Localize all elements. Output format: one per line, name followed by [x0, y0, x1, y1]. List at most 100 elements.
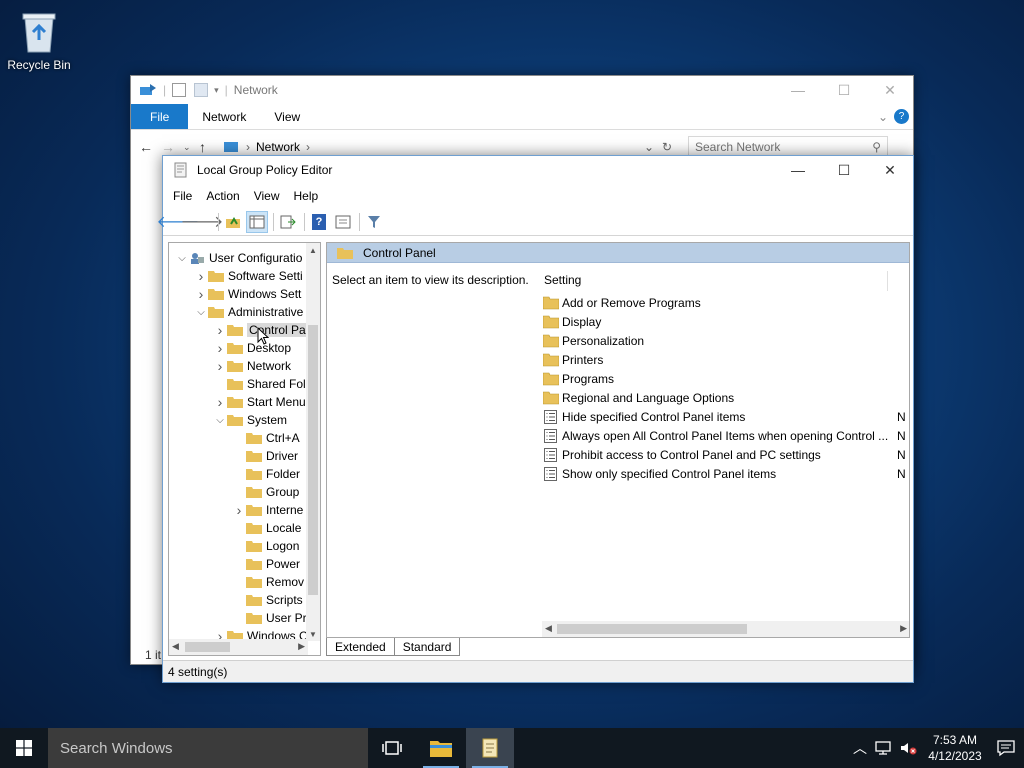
tree-item[interactable]: Shared Fol [213, 375, 306, 393]
tree-item[interactable]: Power [232, 555, 300, 573]
explorer-titlebar[interactable]: | ▾ | Network — ☐ ✕ [131, 76, 913, 104]
taskbar-search-box[interactable]: Search Windows [48, 728, 368, 768]
taskbar-clock[interactable]: 7:53 AM 4/12/2023 [920, 732, 990, 764]
up-folder-button[interactable] [222, 211, 244, 233]
recent-dropdown-icon[interactable]: ⌄ [183, 142, 199, 153]
gpe-titlebar[interactable]: Local Group Policy Editor — ☐ ✕ [163, 156, 913, 184]
tree-item[interactable]: Driver [232, 447, 298, 465]
help-button[interactable]: ? [308, 211, 330, 233]
help-icon[interactable]: ? [894, 104, 913, 129]
back-arrow-icon[interactable]: ← [139, 139, 161, 155]
setting-name: Printers [562, 352, 604, 367]
start-button[interactable] [0, 728, 48, 768]
ribbon-tab-file[interactable]: File [131, 104, 189, 129]
ribbon-tab-view[interactable]: View [260, 104, 314, 129]
tree-item[interactable]: Folder [232, 465, 300, 483]
tree-item[interactable]: ⌵ Administrative [194, 303, 303, 321]
tab-extended[interactable]: Extended [326, 638, 395, 656]
setting-row[interactable]: Display [543, 312, 909, 331]
chevron-right-icon[interactable]: › [194, 268, 208, 284]
tree-horizontal-scrollbar[interactable]: ◀ ▶ [169, 639, 308, 655]
address-dropdown-icon[interactable]: ⌄ [644, 140, 662, 154]
menu-view[interactable]: View [247, 189, 287, 203]
up-arrow-icon[interactable]: ↑ [199, 139, 219, 155]
menu-action[interactable]: Action [199, 189, 246, 203]
address-segment-network[interactable]: Network [256, 140, 300, 154]
tree-vertical-scrollbar[interactable]: ▲ ▼ [306, 243, 320, 641]
show-hidden-icons-chevron-icon[interactable]: ︿ [848, 738, 872, 758]
menu-help[interactable]: Help [287, 189, 326, 203]
setting-row[interactable]: Add or Remove Programs [543, 293, 909, 312]
setting-row[interactable]: Hide specified Control Panel items N [543, 407, 909, 426]
console-tree[interactable]: ⌵ User Configuratio › Software Setti › Window… [168, 242, 321, 656]
tree-item[interactable]: › Start Menu [213, 393, 306, 411]
recycle-bin-shortcut[interactable]: Recycle Bin [6, 8, 72, 72]
tree-item[interactable]: Ctrl+A [232, 429, 300, 447]
show-hide-tree-button[interactable] [246, 210, 268, 233]
setting-row[interactable]: Programs [543, 369, 909, 388]
menu-file[interactable]: File [166, 189, 199, 203]
gpe-maximize-button[interactable]: ☐ [821, 156, 867, 184]
chevron-right-icon[interactable]: › [213, 340, 227, 356]
tree-horizontal-scroll-thumb[interactable] [185, 642, 230, 652]
column-header-setting[interactable]: Setting [544, 273, 581, 287]
tree-item[interactable]: › Interne [232, 501, 304, 519]
properties-button[interactable] [332, 211, 354, 233]
tree-item[interactable]: ⌵ User Configuratio [175, 249, 302, 267]
tree-item[interactable]: ⌵ System [213, 411, 287, 429]
export-list-button[interactable] [277, 211, 299, 233]
filter-button[interactable] [363, 211, 385, 233]
setting-row[interactable]: Always open All Control Panel Items when… [543, 426, 909, 445]
tree-item-label: Driver [266, 449, 298, 463]
chevron-down-icon[interactable]: ⌵ [194, 307, 208, 318]
tree-item[interactable]: › Windows Sett [194, 285, 302, 303]
tree-item[interactable]: Scripts [232, 591, 303, 609]
chevron-right-icon[interactable]: › [213, 322, 227, 338]
maximize-button[interactable]: ☐ [821, 76, 867, 104]
properties-icon[interactable] [172, 83, 187, 97]
new-folder-icon[interactable] [194, 83, 209, 97]
forward-arrow-icon[interactable]: → [161, 139, 183, 155]
close-button[interactable]: ✕ [867, 76, 913, 104]
column-divider[interactable] [887, 271, 888, 291]
system-tray: ︿ 7:53 AM 4/12/2023 [848, 728, 1024, 768]
setting-row[interactable]: Personalization [543, 331, 909, 350]
tree-vertical-scroll-thumb[interactable] [308, 325, 318, 595]
chevron-right-icon[interactable]: › [194, 286, 208, 302]
setting-row[interactable]: Show only specified Control Panel items N [543, 464, 909, 483]
tree-item[interactable]: Logon [232, 537, 299, 555]
chevron-right-icon[interactable]: › [213, 358, 227, 374]
chevron-down-icon[interactable]: ⌵ [175, 253, 189, 264]
tree-item[interactable]: › Software Setti [194, 267, 303, 285]
ribbon-expand-icon[interactable]: ⌄ [872, 104, 894, 129]
minimize-button[interactable]: — [775, 76, 821, 104]
chevron-right-icon[interactable]: › [232, 502, 246, 518]
action-center-icon[interactable] [990, 739, 1024, 757]
network-status-icon[interactable] [872, 740, 896, 756]
ribbon-tab-network[interactable]: Network [188, 104, 260, 129]
details-horizontal-scrollbar[interactable]: ◀ ▶ [542, 621, 909, 637]
quick-access-dropdown-icon[interactable]: ▾ [214, 85, 219, 96]
gpe-close-button[interactable]: ✕ [867, 156, 913, 184]
chevron-right-icon[interactable]: › [213, 394, 227, 410]
chevron-down-icon[interactable]: ⌵ [213, 415, 227, 426]
tree-item[interactable]: User Pr [232, 609, 307, 627]
setting-row[interactable]: Regional and Language Options [543, 388, 909, 407]
gpe-minimize-button[interactable]: — [775, 156, 821, 184]
tab-standard[interactable]: Standard [393, 638, 461, 656]
refresh-icon[interactable]: ↻ [662, 140, 684, 154]
tree-item[interactable]: Locale [232, 519, 301, 537]
tree-item[interactable]: › Network [213, 357, 291, 375]
tree-item[interactable]: › Desktop [213, 339, 291, 357]
tree-item[interactable]: Remov [232, 573, 304, 591]
volume-muted-icon[interactable] [896, 740, 920, 756]
task-view-button[interactable] [368, 728, 416, 768]
forward-button[interactable]: 🡒 [181, 211, 224, 233]
group-policy-editor-window[interactable]: Local Group Policy Editor — ☐ ✕ File Act… [157, 155, 914, 683]
details-horizontal-scroll-thumb[interactable] [557, 624, 747, 634]
setting-row[interactable]: Prohibit access to Control Panel and PC … [543, 445, 909, 464]
setting-row[interactable]: Printers [543, 350, 909, 369]
tree-item[interactable]: Group [232, 483, 299, 501]
taskbar-group-policy-editor[interactable] [466, 728, 514, 768]
taskbar-file-explorer[interactable] [417, 728, 465, 768]
